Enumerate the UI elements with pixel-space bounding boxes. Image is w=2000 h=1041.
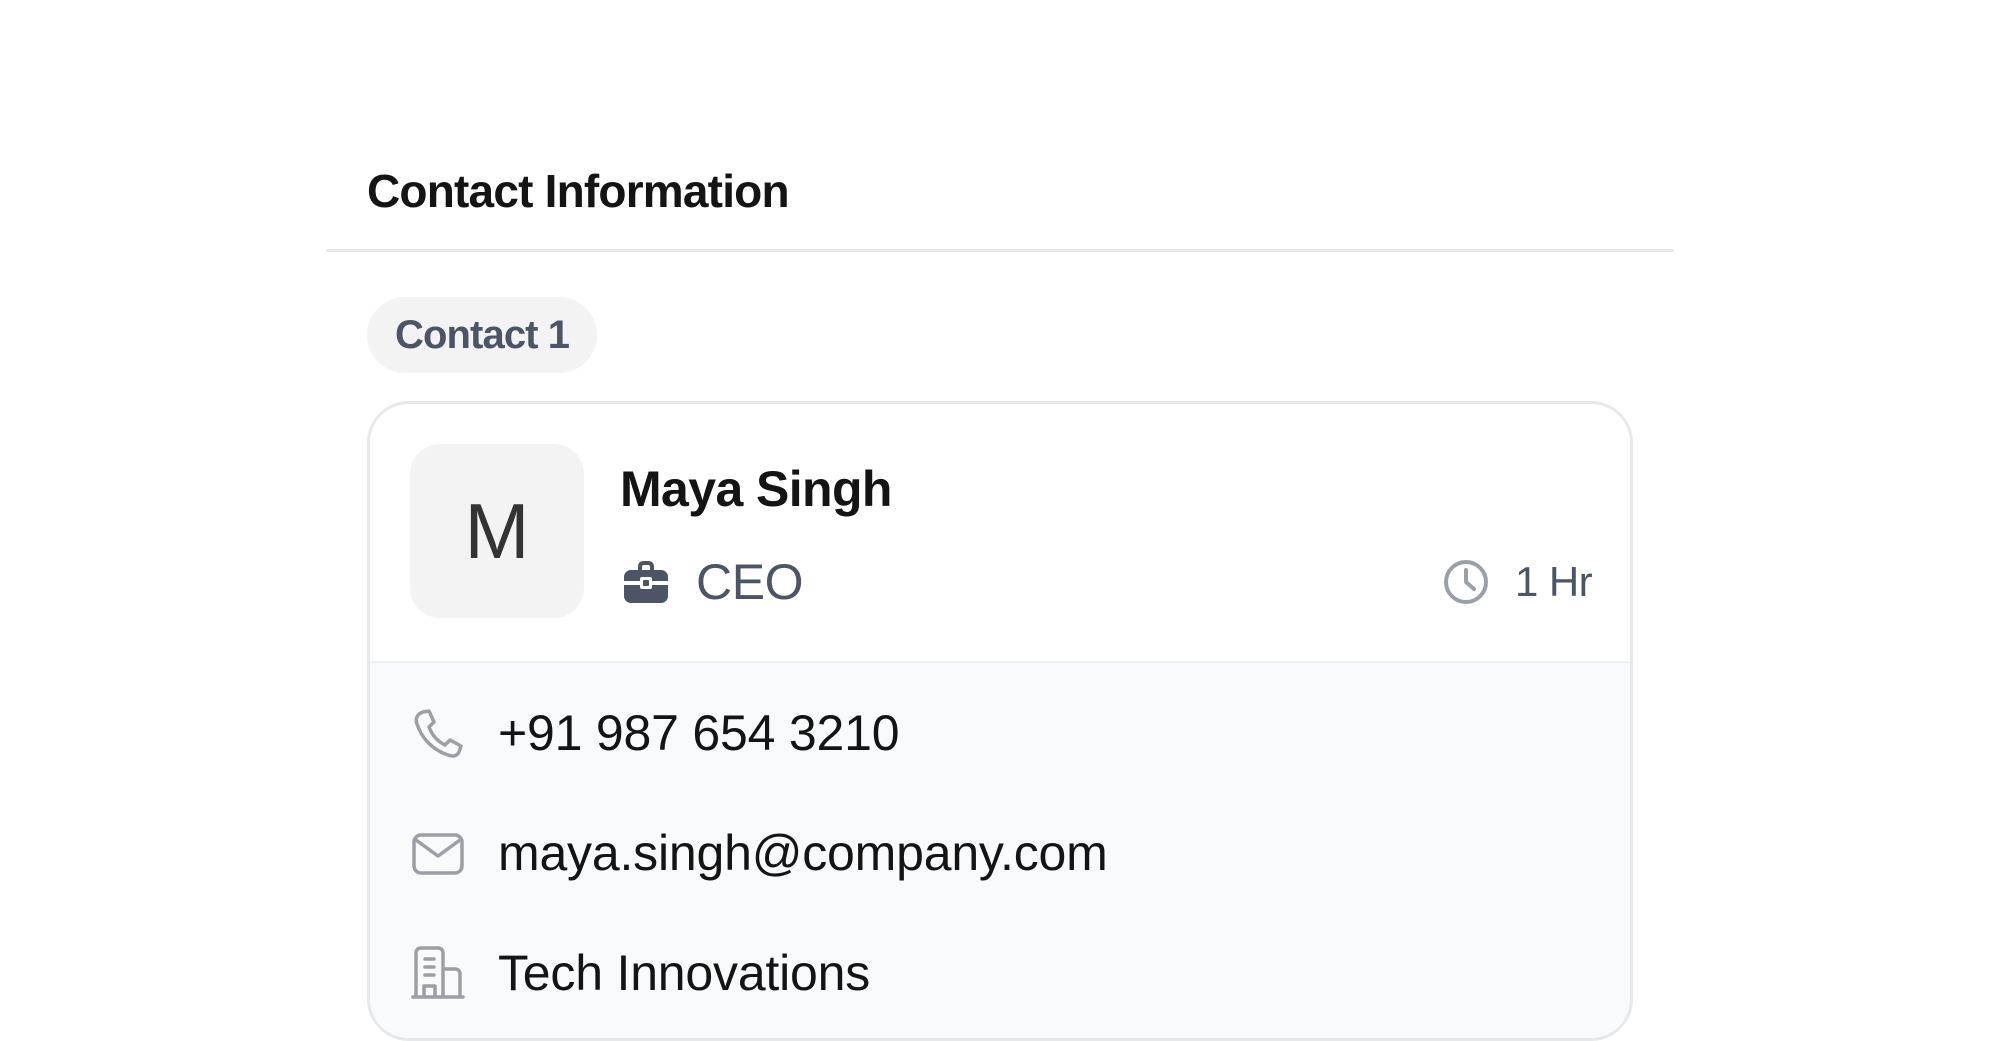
company-name: Tech Innovations [498, 945, 871, 1001]
mail-icon [412, 833, 464, 875]
section-title: Contact Information [367, 165, 790, 217]
time-label: 1 Hr [1515, 558, 1593, 605]
email-row[interactable]: maya.singh@company.com [410, 818, 1108, 888]
contact-card: M Maya Singh CEO 1 Hr +91 987 654 3210 m… [367, 401, 1633, 1041]
phone-icon [414, 709, 463, 758]
avatar: M [410, 444, 584, 618]
time-indicator: 1 Hr [1441, 552, 1593, 612]
contact-card-header: M Maya Singh CEO 1 Hr [370, 404, 1630, 663]
phone-row[interactable]: +91 987 654 3210 [410, 698, 900, 768]
section-header: Contact Information [326, 150, 1674, 252]
contact-tab[interactable]: Contact 1 [367, 297, 598, 373]
phone-number: +91 987 654 3210 [498, 705, 900, 761]
role-row: CEO [620, 552, 804, 612]
briefcase-icon [624, 561, 668, 603]
email-address: maya.singh@company.com [498, 825, 1108, 881]
company-row[interactable]: Tech Innovations [410, 938, 870, 1008]
building-icon [411, 946, 465, 999]
clock-icon [1444, 560, 1489, 604]
contact-name: Maya Singh [620, 461, 892, 517]
contact-details: +91 987 654 3210 maya.singh@company.com … [370, 663, 1630, 1038]
contact-role: CEO [696, 554, 804, 610]
